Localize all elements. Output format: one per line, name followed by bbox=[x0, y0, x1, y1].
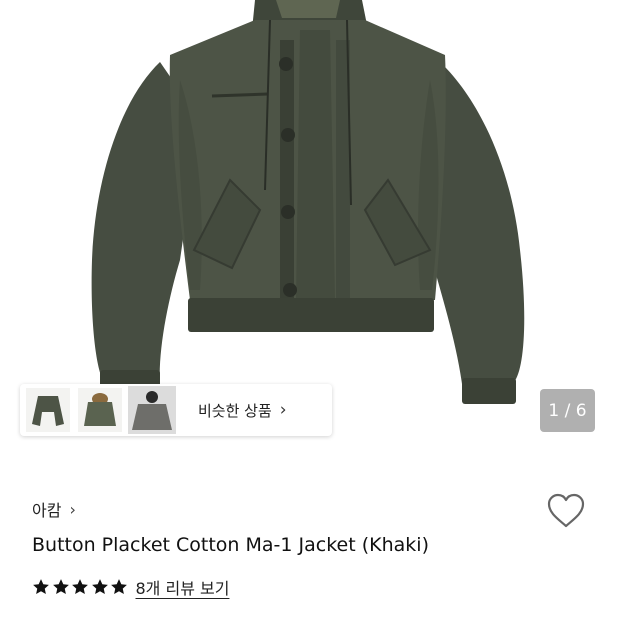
thumbnail-model-wearing[interactable] bbox=[128, 386, 176, 434]
image-page-counter: 1 / 6 bbox=[540, 389, 595, 432]
similar-products-link[interactable]: 비슷한 상품 › bbox=[198, 400, 287, 421]
review-link[interactable]: 8개 리뷰 보기 bbox=[136, 575, 230, 599]
star-icon bbox=[111, 579, 127, 595]
thumbnail-jacket-front[interactable] bbox=[24, 386, 72, 434]
jacket-front-thumbnail-image bbox=[26, 388, 70, 432]
star-icon bbox=[52, 579, 69, 595]
product-title: Button Placket Cotton Ma-1 Jacket (Khaki… bbox=[32, 534, 429, 556]
heart-outline-icon[interactable] bbox=[546, 492, 586, 530]
chevron-right-icon: › bbox=[279, 400, 287, 420]
chevron-right-icon: › bbox=[69, 499, 76, 519]
model-wearing-thumbnail-image bbox=[128, 386, 176, 434]
rating-row: 8개 리뷰 보기 bbox=[32, 575, 229, 599]
star-icon bbox=[91, 579, 108, 595]
product-image-carousel[interactable]: 비슷한 상품 › 1 / 6 bbox=[0, 0, 620, 455]
similar-products-label: 비슷한 상품 bbox=[198, 401, 272, 420]
star-icon bbox=[72, 579, 88, 595]
thumbnail-strip: 비슷한 상품 › bbox=[20, 384, 332, 436]
rating-stars bbox=[32, 578, 130, 596]
brand-name: 아캄 bbox=[32, 501, 62, 520]
thumbnail-jacket-hooded[interactable] bbox=[76, 386, 124, 434]
star-icon bbox=[33, 579, 49, 595]
brand-link[interactable]: 아캄 › bbox=[32, 497, 76, 521]
jacket-hooded-thumbnail-image bbox=[78, 388, 122, 432]
